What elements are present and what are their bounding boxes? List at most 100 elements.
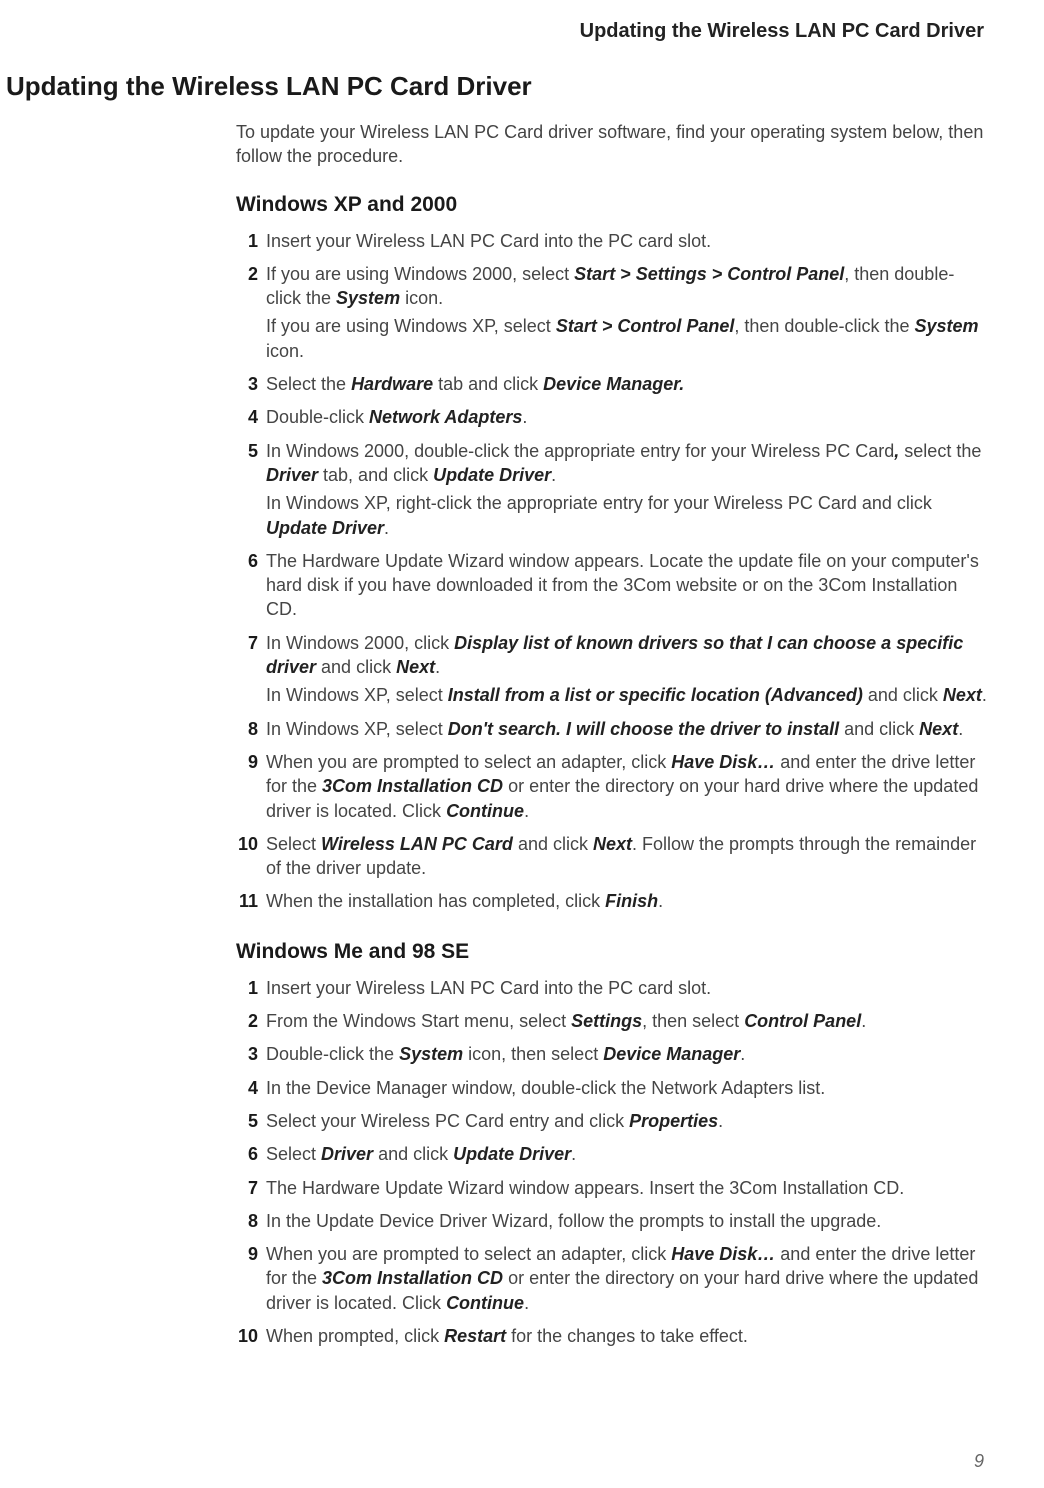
step-item: Select Driver and click Update Driver. bbox=[236, 1142, 988, 1166]
body-text: and click bbox=[839, 719, 919, 739]
step-item: In Windows XP, select Don't search. I wi… bbox=[236, 717, 988, 741]
step-list: Insert your Wireless LAN PC Card into th… bbox=[236, 976, 988, 1349]
emphasis-text: Continue bbox=[446, 801, 524, 821]
emphasis-text: System bbox=[914, 316, 978, 336]
body-text: In Windows 2000, click bbox=[266, 633, 454, 653]
main-heading: Updating the Wireless LAN PC Card Driver bbox=[6, 71, 1044, 102]
body-text: When prompted, click bbox=[266, 1326, 444, 1346]
step-item: In the Update Device Driver Wizard, foll… bbox=[236, 1209, 988, 1233]
emphasis-text: System bbox=[399, 1044, 463, 1064]
emphasis-text: Driver bbox=[321, 1144, 373, 1164]
body-text: From the Windows Start menu, select bbox=[266, 1011, 571, 1031]
page-number: 9 bbox=[974, 1451, 984, 1472]
step-item: In Windows 2000, click Display list of k… bbox=[236, 631, 988, 708]
body-text: icon. bbox=[266, 341, 304, 361]
body-text: Double-click the bbox=[266, 1044, 399, 1064]
emphasis-text: Finish bbox=[605, 891, 658, 911]
emphasis-text: 3Com Installation CD bbox=[322, 776, 503, 796]
body-text: icon. bbox=[400, 288, 443, 308]
step-item: Select Wireless LAN PC Card and click Ne… bbox=[236, 832, 988, 881]
body-text: . bbox=[982, 685, 987, 705]
body-text: . bbox=[551, 465, 556, 485]
body-text: In Windows XP, select bbox=[266, 685, 448, 705]
emphasis-text: Device Manager. bbox=[543, 374, 684, 394]
emphasis-text: Device Manager bbox=[603, 1044, 740, 1064]
body-text: . bbox=[384, 518, 389, 538]
body-text: . bbox=[740, 1044, 745, 1064]
body-text: If you are using Windows 2000, select bbox=[266, 264, 574, 284]
emphasis-text: Settings bbox=[571, 1011, 642, 1031]
step-item: Insert your Wireless LAN PC Card into th… bbox=[236, 229, 988, 253]
body-text: select the bbox=[899, 441, 981, 461]
body-text: . bbox=[658, 891, 663, 911]
body-text: When you are prompted to select an adapt… bbox=[266, 1244, 671, 1264]
sub-heading: Windows XP and 2000 bbox=[236, 193, 988, 217]
emphasis-text: Have Disk… bbox=[671, 1244, 775, 1264]
emphasis-text: Update Driver bbox=[433, 465, 551, 485]
body-text: Select your Wireless PC Card entry and c… bbox=[266, 1111, 629, 1131]
emphasis-text: Update Driver bbox=[453, 1144, 571, 1164]
step-item: Double-click Network Adapters. bbox=[236, 405, 988, 429]
step-item: When you are prompted to select an adapt… bbox=[236, 1242, 988, 1315]
emphasis-text: Wireless LAN PC Card bbox=[321, 834, 513, 854]
page-header: Updating the Wireless LAN PC Card Driver bbox=[0, 0, 1044, 71]
body-text: If you are using Windows XP, select bbox=[266, 316, 556, 336]
body-text: Insert your Wireless LAN PC Card into th… bbox=[266, 978, 711, 998]
body-text: , then double-click the bbox=[734, 316, 914, 336]
body-text: tab and click bbox=[433, 374, 543, 394]
emphasis-text: System bbox=[336, 288, 400, 308]
step-item: If you are using Windows 2000, select St… bbox=[236, 262, 988, 363]
step-item: Insert your Wireless LAN PC Card into th… bbox=[236, 976, 988, 1000]
step-item: In Windows 2000, double-click the approp… bbox=[236, 439, 988, 540]
body-text: In Windows XP, select bbox=[266, 719, 448, 739]
step-item: Select the Hardware tab and click Device… bbox=[236, 372, 988, 396]
body-text: Insert your Wireless LAN PC Card into th… bbox=[266, 231, 711, 251]
body-text: tab, and click bbox=[318, 465, 433, 485]
body-text: . bbox=[958, 719, 963, 739]
emphasis-text: Update Driver bbox=[266, 518, 384, 538]
intro-paragraph: To update your Wireless LAN PC Card driv… bbox=[236, 120, 988, 169]
step-item: In the Device Manager window, double-cli… bbox=[236, 1076, 988, 1100]
sub-heading: Windows Me and 98 SE bbox=[236, 940, 988, 964]
emphasis-text: Network Adapters bbox=[369, 407, 522, 427]
emphasis-text: Don't search. I will choose the driver t… bbox=[448, 719, 839, 739]
emphasis-text: Next bbox=[396, 657, 435, 677]
body-text: In Windows XP, right-click the appropria… bbox=[266, 493, 932, 513]
body-text: . bbox=[861, 1011, 866, 1031]
emphasis-text: Have Disk… bbox=[671, 752, 775, 772]
step-item: The Hardware Update Wizard window appear… bbox=[236, 549, 988, 622]
body-text: and click bbox=[316, 657, 396, 677]
body-text: . bbox=[524, 801, 529, 821]
emphasis-text: Restart bbox=[444, 1326, 506, 1346]
emphasis-text: Next bbox=[943, 685, 982, 705]
body-text: . bbox=[571, 1144, 576, 1164]
body-text: The Hardware Update Wizard window appear… bbox=[266, 551, 979, 620]
body-text: Select bbox=[266, 1144, 321, 1164]
body-text: . bbox=[522, 407, 527, 427]
body-text: and click bbox=[513, 834, 593, 854]
body-text: When the installation has completed, cli… bbox=[266, 891, 605, 911]
content-area: To update your Wireless LAN PC Card driv… bbox=[236, 120, 988, 1348]
body-text: for the changes to take effect. bbox=[506, 1326, 748, 1346]
step-item: From the Windows Start menu, select Sett… bbox=[236, 1009, 988, 1033]
body-text: icon, then select bbox=[463, 1044, 603, 1064]
emphasis-text: 3Com Installation CD bbox=[322, 1268, 503, 1288]
step-list: Insert your Wireless LAN PC Card into th… bbox=[236, 229, 988, 914]
emphasis-text: Start > Settings > Control Panel bbox=[574, 264, 844, 284]
emphasis-text: Properties bbox=[629, 1111, 718, 1131]
body-text: and click bbox=[863, 685, 943, 705]
emphasis-text: Next bbox=[919, 719, 958, 739]
body-text: . bbox=[435, 657, 440, 677]
step-item: When you are prompted to select an adapt… bbox=[236, 750, 988, 823]
body-text: In the Update Device Driver Wizard, foll… bbox=[266, 1211, 881, 1231]
body-text: Double-click bbox=[266, 407, 369, 427]
emphasis-text: Next bbox=[593, 834, 632, 854]
emphasis-text: Install from a list or specific location… bbox=[448, 685, 863, 705]
body-text: Select bbox=[266, 834, 321, 854]
body-text: The Hardware Update Wizard window appear… bbox=[266, 1178, 904, 1198]
body-text: When you are prompted to select an adapt… bbox=[266, 752, 671, 772]
step-item: When the installation has completed, cli… bbox=[236, 889, 988, 913]
emphasis-text: Control Panel bbox=[744, 1011, 861, 1031]
body-text: . bbox=[524, 1293, 529, 1313]
emphasis-text: Start > Control Panel bbox=[556, 316, 735, 336]
